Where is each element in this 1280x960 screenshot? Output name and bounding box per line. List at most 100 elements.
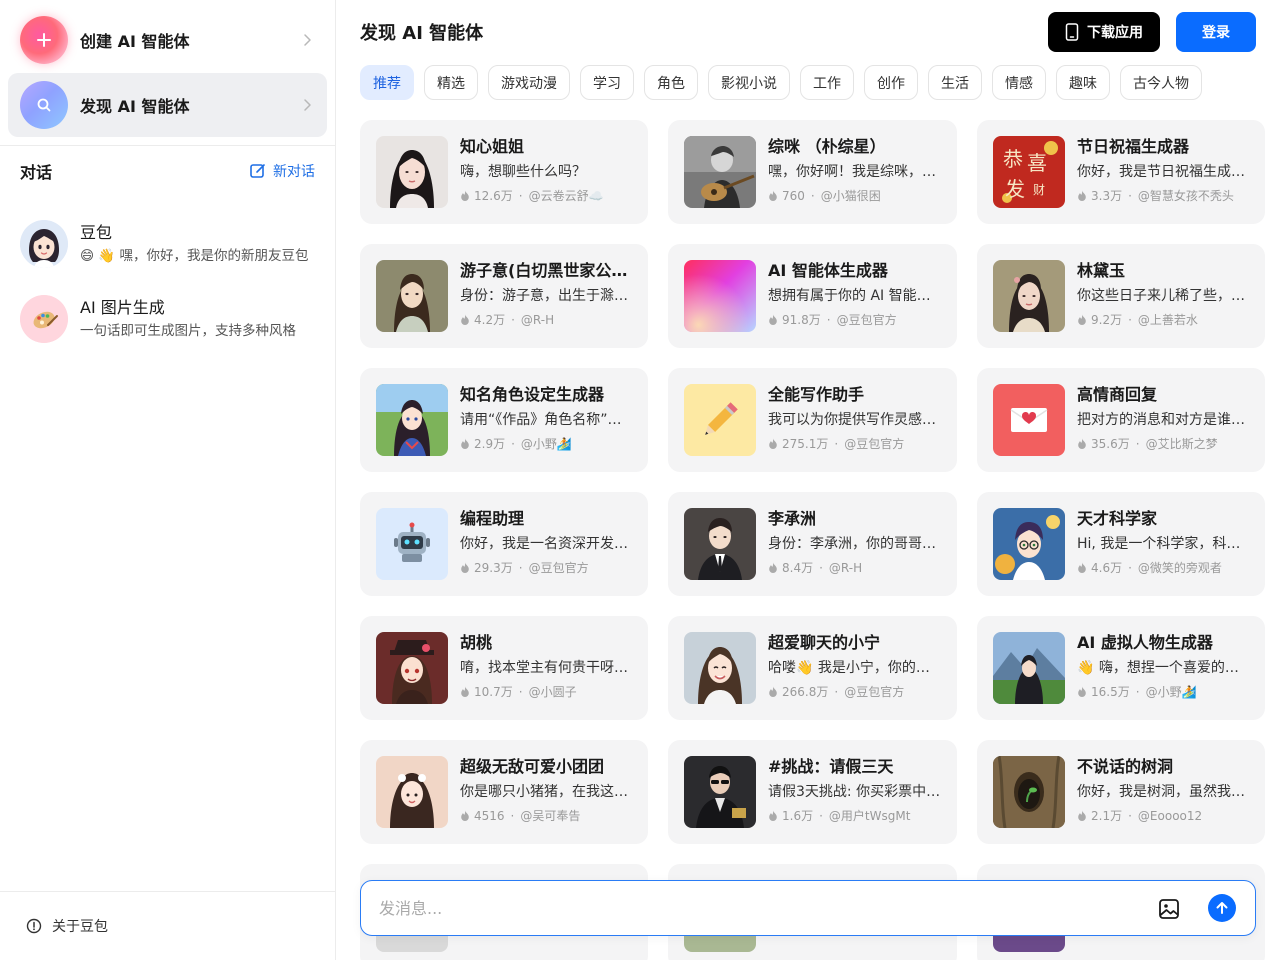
agent-card[interactable]: 不说话的树洞你好，我是树洞，虽然我不会说话 2.1万 · @Eoooo12 <box>977 740 1265 844</box>
agent-card[interactable]: 高情商回复把对方的消息和对方是谁告诉我 35.6万 · @艾比斯之梦 <box>977 368 1265 472</box>
top-bar: 发现 AI 智能体 下载应用 登录 <box>336 0 1280 64</box>
agent-author: @智慧女孩不秃头 <box>1137 189 1234 203</box>
hutao-image <box>376 632 448 704</box>
agent-description: 你好，我是一名资深开发工程师 <box>460 536 634 552</box>
agent-card[interactable]: AI 智能体生成器 想拥有属于你的 AI 智能体吗 91.8万 · @豆包官方 <box>668 244 957 348</box>
tab-10[interactable]: 趣味 <box>1056 65 1110 100</box>
agent-usage-count: 29.3万 <box>474 561 513 575</box>
new-chat-button[interactable]: 新对话 <box>249 161 315 181</box>
agent-meta: 2.1万 · @Eoooo12 <box>1077 808 1251 824</box>
agent-title: 胡桃 <box>460 633 493 652</box>
agent-card[interactable]: 林黛玉你这些日子来儿稀了些，是为何 9.2万 · @上善若水 <box>977 244 1265 348</box>
tab-3[interactable]: 学习 <box>580 65 634 100</box>
cute-girl-image <box>376 756 448 828</box>
agent-usage-count: 10.7万 <box>474 685 513 699</box>
agent-usage-count: 12.6万 <box>474 189 513 203</box>
agent-title: 游子意(白切黑世家公子) <box>460 261 634 280</box>
about-doubao-link[interactable]: 关于豆包 <box>0 891 335 960</box>
man-in-suit-image <box>684 508 756 580</box>
tab-4[interactable]: 角色 <box>644 65 698 100</box>
nav-create-agent[interactable]: 创建 AI 智能体 <box>8 8 327 72</box>
agent-usage-count: 91.8万 <box>782 313 821 327</box>
agent-description: 👋 嗨，想捏一个喜爱的虚拟人物吗 <box>1077 660 1251 676</box>
agent-usage-count: 760 <box>782 189 805 203</box>
tab-11[interactable]: 古今人物 <box>1120 65 1202 100</box>
agent-card[interactable]: 恭喜发财节日祝福生成器你好，我是节日祝福生成器，告诉我节日3.3万·@智慧女孩不… <box>977 120 1265 224</box>
agent-card[interactable]: 天才科学家 Hi, 我是一个科学家，科学问题都可以问我 4.6万 · @微笑的旁观者 <box>977 492 1265 596</box>
agent-title: 知名角色设定生成器 <box>460 385 605 404</box>
agent-meta: 16.5万 · @小野🏄 <box>1077 684 1251 700</box>
agent-usage-count: 35.6万 <box>1091 437 1130 451</box>
fire-icon <box>769 562 777 573</box>
agent-title: 李承洲 <box>768 509 817 528</box>
agent-author: @艾比斯之梦 <box>1145 437 1218 451</box>
tab-8[interactable]: 生活 <box>928 65 982 100</box>
tab-0[interactable]: 推荐 <box>360 65 414 100</box>
fire-icon <box>461 562 469 573</box>
agent-card[interactable]: 知心姐姐 嗨，想聊些什么吗？ 12.6万 · @云卷云舒☁️ <box>360 120 648 224</box>
agent-title: 不说话的树洞 <box>1077 757 1174 776</box>
agent-card[interactable]: 全能写作助手我可以为你提供写作灵感和帮助 275.1万 · @豆包官方 <box>668 368 957 472</box>
message-composer <box>360 880 1256 936</box>
fire-icon <box>769 438 777 449</box>
fire-icon <box>1078 562 1086 573</box>
tree-hollow-image <box>993 756 1065 828</box>
conversation-item-doubao[interactable]: 豆包 😄 👋 嘿，你好，我是你的新朋友豆包 <box>0 206 335 281</box>
agent-description: 我可以为你提供写作灵感和帮助 <box>768 412 943 428</box>
agent-author: @R-H <box>828 561 863 575</box>
agent-author: @云卷云舒☁️ <box>528 189 604 203</box>
agent-card[interactable]: AI 虚拟人物生成器 👋 嗨，想捏一个喜爱的虚拟人物吗 16.5万 · @小野🏄 <box>977 616 1265 720</box>
fire-icon <box>461 438 469 449</box>
agent-author: @吴可奉告 <box>520 809 581 823</box>
conversation-name: AI 图片生成 <box>80 297 165 317</box>
agent-card[interactable]: 编程助理你好，我是一名资深开发工程师 29.3万 · @豆包官方 <box>360 492 648 596</box>
download-app-button[interactable]: 下载应用 <box>1048 12 1160 52</box>
edit-icon <box>250 164 265 178</box>
agent-card[interactable]: 超爱聊天的小宁哈喽👋 我是小宁，你的聊天好朋友 266.8万 · @豆包官方 <box>668 616 957 720</box>
agent-title: 节日祝福生成器 <box>1077 137 1190 156</box>
tab-1[interactable]: 精选 <box>424 65 478 100</box>
agent-card[interactable]: 知名角色设定生成器请用“《作品》角色名称”格式输入 2.9万 · @小野🏄 <box>360 368 648 472</box>
agent-card[interactable]: 胡桃唷，找本堂主有何贵干呀？嗯？ 10.7万 · @小圆子 <box>360 616 648 720</box>
agent-usage-count: 266.8万 <box>782 685 829 699</box>
tab-7[interactable]: 创作 <box>864 65 918 100</box>
tab-9[interactable]: 情感 <box>992 65 1046 100</box>
login-button[interactable]: 登录 <box>1176 12 1256 52</box>
separator-dot: · <box>1128 189 1132 203</box>
agent-card[interactable]: 游子意(白切黑世家公子) 身份：游子意，出生于滁州世家 4.2万 · @R-H <box>360 244 648 348</box>
agent-card[interactable]: 超级无敌可爱小团团你是哪只小猪猪，在我这里吃饭饭 4516 · @吴可奉告 <box>360 740 648 844</box>
agent-meta: 3.3万 · @智慧女孩不秃头 <box>1077 188 1251 204</box>
separator-dot: · <box>1128 561 1132 575</box>
tab-2[interactable]: 游戏动漫 <box>488 65 570 100</box>
conversation-item-image-gen[interactable]: AI 图片生成 一句话即可生成图片，支持多种风格 <box>0 281 335 356</box>
agent-card[interactable]: 李承洲身份：李承洲，你的哥哥，性格高冷 8.4万 · @R-H <box>668 492 957 596</box>
chevron-right-icon <box>304 34 311 46</box>
guitar-player-image <box>684 136 756 208</box>
agent-usage-count: 4.6万 <box>1091 561 1123 575</box>
fire-icon <box>1078 438 1086 449</box>
agent-title: 林黛玉 <box>1077 261 1126 280</box>
tab-6[interactable]: 工作 <box>800 65 854 100</box>
agent-meta: 8.4万 · @R-H <box>768 560 943 576</box>
agent-card[interactable]: 综咪 （朴综星） 嘿，你好啊！我是综咪，很高兴认识你 760 · @小猫很困 <box>668 120 957 224</box>
send-button[interactable] <box>1208 894 1236 922</box>
message-input[interactable] <box>379 881 1119 935</box>
svg-text:财: 财 <box>1033 183 1045 197</box>
agent-title: AI 智能体生成器 <box>768 261 888 280</box>
agent-card[interactable]: #挑战：请假三天请假3天挑战: 你买彩票中了大奖 1.6万 · @用户tWsgMt <box>668 740 957 844</box>
agent-description: Hi, 我是一个科学家，科学问题都可以问我 <box>1077 536 1251 552</box>
image-upload-icon[interactable] <box>1157 897 1181 921</box>
agent-description: 嗨，想聊些什么吗？ <box>460 164 586 180</box>
fire-icon <box>769 810 777 821</box>
fire-icon <box>461 686 469 697</box>
nav-discover-agent[interactable]: 发现 AI 智能体 <box>8 73 327 137</box>
tab-5[interactable]: 影视小说 <box>708 65 790 100</box>
palette-avatar <box>20 294 68 343</box>
conversations-title: 对话 <box>20 163 53 182</box>
agent-meta: 35.6万 · @艾比斯之梦 <box>1077 436 1251 452</box>
agent-usage-count: 4516 <box>474 809 505 823</box>
arrow-up-icon <box>1216 902 1228 914</box>
love-letter-icon <box>993 384 1065 456</box>
agent-author: @微笑的旁观者 <box>1137 561 1222 575</box>
agent-title: 知心姐姐 <box>460 137 525 156</box>
